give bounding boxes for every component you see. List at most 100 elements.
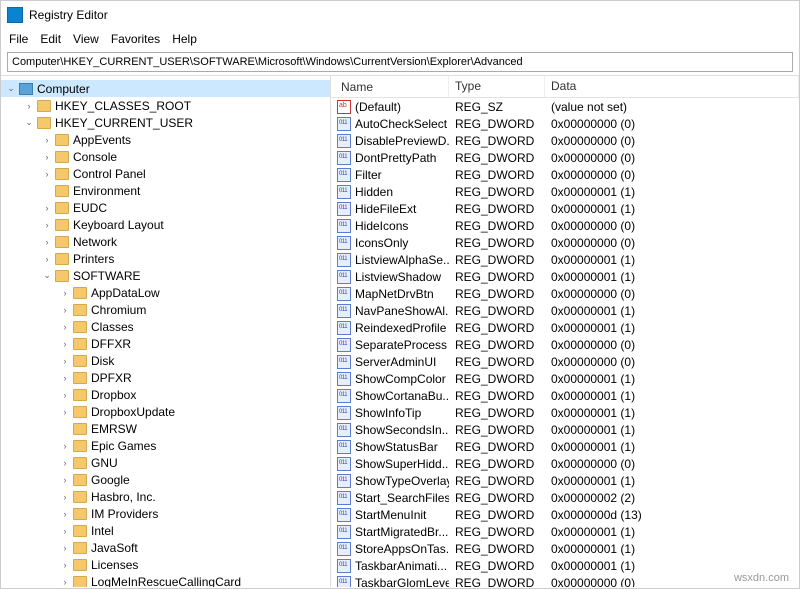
- value-row[interactable]: StartMigratedBr...REG_DWORD0x00000001 (1…: [331, 523, 799, 540]
- col-header-data[interactable]: Data: [545, 76, 799, 97]
- value-row[interactable]: ShowSecondsIn...REG_DWORD0x00000001 (1): [331, 421, 799, 438]
- tree-item[interactable]: ›JavaSoft: [1, 539, 330, 556]
- tree-item[interactable]: ›DropboxUpdate: [1, 403, 330, 420]
- chevron-right-icon[interactable]: ›: [41, 135, 53, 145]
- tree-item[interactable]: ›DPFXR: [1, 369, 330, 386]
- tree-item[interactable]: ›HKEY_CLASSES_ROOT: [1, 97, 330, 114]
- tree-item[interactable]: ⌄HKEY_CURRENT_USER: [1, 114, 330, 131]
- tree-item[interactable]: ›Intel: [1, 522, 330, 539]
- chevron-right-icon[interactable]: ›: [41, 203, 53, 213]
- value-row[interactable]: ShowInfoTipREG_DWORD0x00000001 (1): [331, 404, 799, 421]
- value-row[interactable]: ShowStatusBarREG_DWORD0x00000001 (1): [331, 438, 799, 455]
- chevron-right-icon[interactable]: ›: [59, 543, 71, 553]
- chevron-right-icon[interactable]: ›: [41, 254, 53, 264]
- tree-item[interactable]: ›GNU: [1, 454, 330, 471]
- chevron-right-icon[interactable]: ›: [59, 458, 71, 468]
- chevron-right-icon[interactable]: ›: [59, 339, 71, 349]
- tree-item[interactable]: ›Hasbro, Inc.: [1, 488, 330, 505]
- value-name: HideIcons: [355, 219, 408, 233]
- value-row[interactable]: ShowTypeOverlayREG_DWORD0x00000001 (1): [331, 472, 799, 489]
- chevron-right-icon[interactable]: ›: [59, 356, 71, 366]
- tree-item[interactable]: EMRSW: [1, 420, 330, 437]
- value-row[interactable]: ReindexedProfileREG_DWORD0x00000001 (1): [331, 319, 799, 336]
- value-row[interactable]: StoreAppsOnTas...REG_DWORD0x00000001 (1): [331, 540, 799, 557]
- value-row[interactable]: ShowCompColorREG_DWORD0x00000001 (1): [331, 370, 799, 387]
- tree-item[interactable]: Environment: [1, 182, 330, 199]
- chevron-down-icon[interactable]: ⌄: [5, 83, 17, 94]
- value-row[interactable]: FilterREG_DWORD0x00000000 (0): [331, 166, 799, 183]
- value-row[interactable]: IconsOnlyREG_DWORD0x00000000 (0): [331, 234, 799, 251]
- chevron-right-icon[interactable]: ›: [59, 322, 71, 332]
- chevron-right-icon[interactable]: ›: [23, 101, 35, 111]
- chevron-right-icon[interactable]: ›: [59, 390, 71, 400]
- tree-item[interactable]: ⌄Computer: [1, 80, 330, 97]
- tree-item[interactable]: ›Licenses: [1, 556, 330, 573]
- value-row[interactable]: (Default)REG_SZ(value not set): [331, 98, 799, 115]
- menu-edit[interactable]: Edit: [40, 32, 61, 46]
- value-row[interactable]: HideFileExtREG_DWORD0x00000001 (1): [331, 200, 799, 217]
- value-row[interactable]: HiddenREG_DWORD0x00000001 (1): [331, 183, 799, 200]
- value-row[interactable]: NavPaneShowAl...REG_DWORD0x00000001 (1): [331, 302, 799, 319]
- tree-item[interactable]: ›Keyboard Layout: [1, 216, 330, 233]
- chevron-right-icon[interactable]: ›: [59, 492, 71, 502]
- tree-item[interactable]: ›EUDC: [1, 199, 330, 216]
- col-header-name[interactable]: Name: [331, 76, 449, 97]
- tree-item[interactable]: ›Epic Games: [1, 437, 330, 454]
- chevron-right-icon[interactable]: ›: [59, 305, 71, 315]
- value-row[interactable]: HideIconsREG_DWORD0x00000000 (0): [331, 217, 799, 234]
- chevron-right-icon[interactable]: ›: [41, 169, 53, 179]
- chevron-right-icon[interactable]: ›: [59, 288, 71, 298]
- chevron-right-icon[interactable]: ›: [59, 441, 71, 451]
- value-type: REG_DWORD: [449, 321, 545, 335]
- tree-item[interactable]: ›Printers: [1, 250, 330, 267]
- address-bar[interactable]: Computer\HKEY_CURRENT_USER\SOFTWARE\Micr…: [7, 52, 793, 72]
- tree-item[interactable]: ›Classes: [1, 318, 330, 335]
- value-row[interactable]: StartMenuInitREG_DWORD0x0000000d (13): [331, 506, 799, 523]
- tree-item[interactable]: ›Control Panel: [1, 165, 330, 182]
- chevron-down-icon[interactable]: ⌄: [41, 270, 53, 281]
- menu-favorites[interactable]: Favorites: [111, 32, 160, 46]
- value-row[interactable]: DontPrettyPathREG_DWORD0x00000000 (0): [331, 149, 799, 166]
- value-row[interactable]: Start_SearchFilesREG_DWORD0x00000002 (2): [331, 489, 799, 506]
- tree-item[interactable]: ›Disk: [1, 352, 330, 369]
- tree-item[interactable]: ›Console: [1, 148, 330, 165]
- tree-item[interactable]: ›Dropbox: [1, 386, 330, 403]
- value-row[interactable]: ServerAdminUIREG_DWORD0x00000000 (0): [331, 353, 799, 370]
- tree-item[interactable]: ›Chromium: [1, 301, 330, 318]
- value-row[interactable]: ListviewAlphaSe...REG_DWORD0x00000001 (1…: [331, 251, 799, 268]
- chevron-right-icon[interactable]: ›: [41, 152, 53, 162]
- value-row[interactable]: ShowSuperHidd...REG_DWORD0x00000000 (0): [331, 455, 799, 472]
- value-row[interactable]: ShowCortanaBu...REG_DWORD0x00000001 (1): [331, 387, 799, 404]
- chevron-right-icon[interactable]: ›: [59, 407, 71, 417]
- tree-item[interactable]: ›AppEvents: [1, 131, 330, 148]
- value-row[interactable]: TaskbarGlomLevelREG_DWORD0x00000000 (0): [331, 574, 799, 587]
- tree-item[interactable]: ›DFFXR: [1, 335, 330, 352]
- chevron-down-icon[interactable]: ⌄: [23, 117, 35, 128]
- tree-item[interactable]: ›LogMeInRescueCallingCard: [1, 573, 330, 587]
- value-row[interactable]: ListviewShadowREG_DWORD0x00000001 (1): [331, 268, 799, 285]
- chevron-right-icon[interactable]: ›: [59, 475, 71, 485]
- chevron-right-icon[interactable]: ›: [41, 220, 53, 230]
- value-row[interactable]: AutoCheckSelectREG_DWORD0x00000000 (0): [331, 115, 799, 132]
- menu-file[interactable]: File: [9, 32, 28, 46]
- value-row[interactable]: SeparateProcessREG_DWORD0x00000000 (0): [331, 336, 799, 353]
- tree-item[interactable]: ›IM Providers: [1, 505, 330, 522]
- chevron-right-icon[interactable]: ›: [59, 373, 71, 383]
- chevron-right-icon[interactable]: ›: [59, 577, 71, 587]
- menu-help[interactable]: Help: [172, 32, 197, 46]
- tree-item[interactable]: ›AppDataLow: [1, 284, 330, 301]
- key-tree[interactable]: ⌄Computer›HKEY_CLASSES_ROOT⌄HKEY_CURRENT…: [1, 76, 331, 587]
- tree-item[interactable]: ›Google: [1, 471, 330, 488]
- col-header-type[interactable]: Type: [449, 76, 545, 97]
- chevron-right-icon[interactable]: ›: [41, 237, 53, 247]
- value-list[interactable]: Name Type Data (Default)REG_SZ(value not…: [331, 76, 799, 587]
- tree-item[interactable]: ›Network: [1, 233, 330, 250]
- chevron-right-icon[interactable]: ›: [59, 526, 71, 536]
- value-row[interactable]: TaskbarAnimati...REG_DWORD0x00000001 (1): [331, 557, 799, 574]
- menu-view[interactable]: View: [73, 32, 99, 46]
- value-row[interactable]: DisablePreviewD...REG_DWORD0x00000000 (0…: [331, 132, 799, 149]
- tree-item[interactable]: ⌄SOFTWARE: [1, 267, 330, 284]
- chevron-right-icon[interactable]: ›: [59, 509, 71, 519]
- chevron-right-icon[interactable]: ›: [59, 560, 71, 570]
- value-row[interactable]: MapNetDrvBtnREG_DWORD0x00000000 (0): [331, 285, 799, 302]
